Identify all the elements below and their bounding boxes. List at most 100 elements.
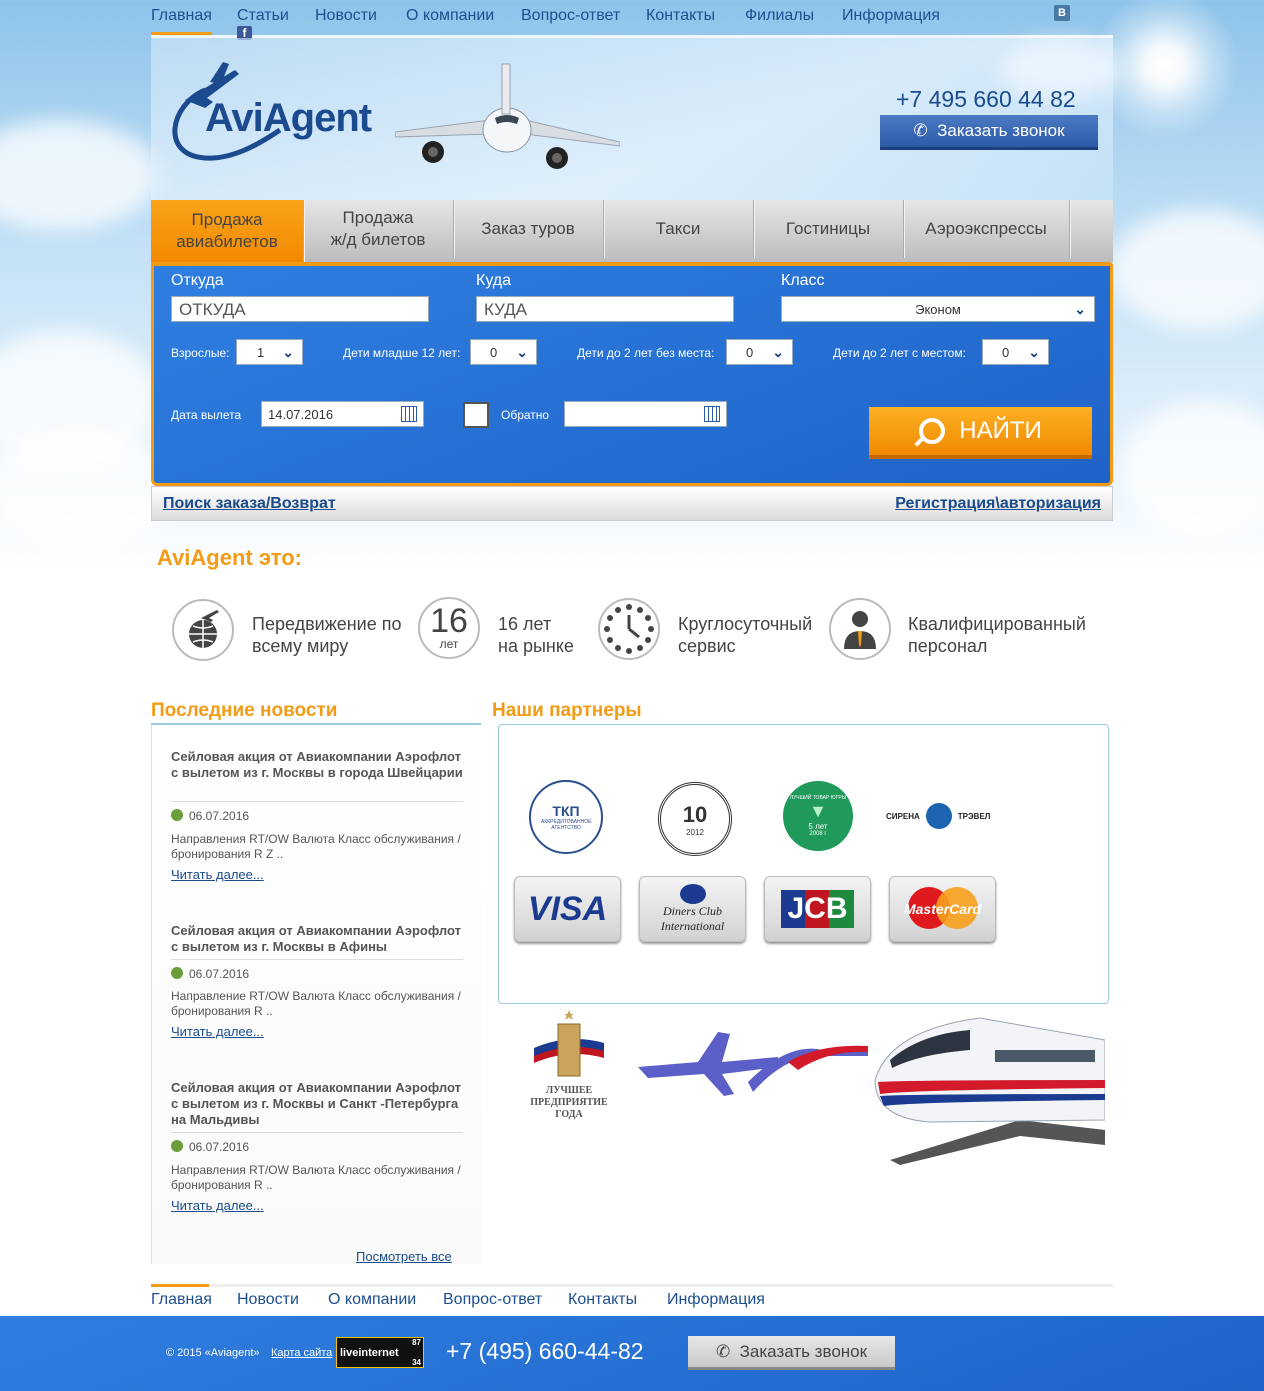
nav-faq[interactable]: Вопрос-ответ [521,7,620,25]
nav-about[interactable]: О компании [406,7,494,25]
tab-avia[interactable]: Продажа авиабилетов [151,200,304,262]
news-read-more-link[interactable]: Читать далее... [171,867,264,882]
class-label: Класс [781,272,825,289]
news-excerpt: Направление RT/OW Валюта Класс обслужива… [171,989,461,1018]
feature-staff-text: Квалифицированный персонал [908,613,1086,657]
years-unit: лет [439,637,459,651]
logo-text[interactable]: AviAgent [205,96,372,141]
to-input[interactable]: КУДА [476,296,734,322]
footer-nav-divider [151,1284,1113,1287]
news-item-title[interactable]: Сейловая акция от Авиакомпании Аэрофлот … [171,923,463,955]
news-item-title[interactable]: Сейловая акция от Авиакомпании Аэрофлот … [171,749,463,781]
news-item-title[interactable]: Сейловая акция от Авиакомпании Аэрофлот … [171,1080,463,1128]
header-phone[interactable]: +7 495 660 44 82 [896,86,1076,113]
sirena-travel-logo[interactable]: СИРЕНА ТРЭВЕЛ [886,801,998,831]
adults-value: 1 [257,345,265,360]
find-label: НАЙТИ [959,417,1042,444]
nav-contacts[interactable]: Контакты [646,7,715,25]
footer-nav-news[interactable]: Новости [237,1291,299,1309]
tab-hotels[interactable]: Гостиницы [753,200,904,258]
from-input[interactable]: ОТКУДА [171,296,429,322]
tab-tours[interactable]: Заказ туров [453,200,604,258]
tab-rail-line1: Продажа [342,208,414,227]
globe-icon [172,599,234,661]
adults-select[interactable]: 1 ⌄ [236,339,303,365]
nav-articles[interactable]: Статьи [237,7,289,25]
infants-seat-select[interactable]: 0 ⌄ [982,339,1049,365]
phone-icon: ✆ [715,1342,731,1361]
footer-nav-info[interactable]: Информация [667,1291,765,1309]
best-company-award-logo[interactable]: ЛУЧШЕЕ ПРЕДПРИЯТИЕ ГОДА [524,1010,614,1120]
anniversary-seal-logo[interactable]: 10 2012 [658,782,732,856]
visa-card-logo[interactable]: VISA [514,876,621,942]
register-login-link[interactable]: Регистрация\авторизация [895,495,1101,513]
feature-service-text: Круглосуточный сервис [678,613,812,657]
feature-service-line1: Круглосуточный [678,614,813,634]
nav-branches[interactable]: Филиалы [745,7,814,25]
liveinternet-counter[interactable]: liveinternet 87 34 [336,1337,424,1368]
feature-world-line2: всему миру [252,636,349,656]
children12-select[interactable]: 0 ⌄ [470,339,537,365]
sirena-globe-icon [925,803,952,829]
footer-nav-contacts[interactable]: Контакты [568,1291,637,1309]
jcb-logo[interactable]: JCB [764,876,871,942]
infants-noseat-value: 0 [746,345,754,360]
feature-world-text: Передвижение по всему миру [252,613,402,657]
footer-callback-button[interactable]: ✆ Заказать звонок [688,1336,895,1370]
airline-logo-icon[interactable] [638,1022,868,1100]
clock-icon [171,1140,183,1152]
tab-taxi[interactable]: Такси [603,200,754,258]
news-date: 06.07.2016 [171,809,249,823]
about-title: AviAgent это: [157,545,302,570]
news-read-more-link[interactable]: Читать далее... [171,1024,264,1039]
phone-icon: ✆ [913,121,928,140]
return-checkbox[interactable] [463,402,489,428]
tkp-sub-text: АККРЕДИТОВАННОЕ АГЕНТСТВО [541,819,592,831]
footer-phone[interactable]: +7 (495) 660-44-82 [446,1338,644,1365]
class-select[interactable]: Эконом ⌄ [781,296,1095,322]
diners-club-logo[interactable]: Diners Club International [639,876,746,942]
tab-avia-line1: Продажа [191,210,263,229]
calendar-icon[interactable] [704,406,720,422]
calendar-icon[interactable] [401,406,417,422]
infants-noseat-select[interactable]: 0 ⌄ [726,339,793,365]
partners-box [498,724,1109,1004]
nav-home[interactable]: Главная [151,7,212,35]
infants-noseat-label: Дети до 2 лет без места: [577,346,715,360]
callback-button[interactable]: ✆ Заказать звонок [880,115,1098,150]
jcb-text: JCB [781,890,854,928]
nav-news[interactable]: Новости [315,7,377,25]
chevron-down-icon: ⌄ [282,344,294,360]
best-goods-year-text: 2008 г [809,831,827,837]
tab-rail-line2: ж/д билетов [330,230,426,249]
footer-nav-about[interactable]: О компании [328,1291,416,1309]
to-label: Куда [476,272,512,289]
news-view-all-link[interactable]: Посмотреть все [356,1249,452,1264]
vk-icon[interactable]: В [1054,5,1070,21]
find-button[interactable]: НАЙТИ [869,407,1092,459]
news-read-more-link[interactable]: Читать далее... [171,1198,264,1213]
order-lookup-link[interactable]: Поиск заказа/Возврат [163,495,336,513]
years-icon: 16 лет [418,597,480,659]
mastercard-logo[interactable]: MasterCard [889,876,996,942]
infants-seat-value: 0 [1002,345,1010,360]
liveinternet-bottom-count: 34 [412,1358,421,1367]
feature-staff-line1: Квалифицированный [908,614,1086,634]
footer-nav-home[interactable]: Главная [151,1291,212,1309]
tab-rail[interactable]: Продажа ж/д билетов [303,200,454,258]
liveinternet-text: liveinternet [340,1347,399,1359]
depart-date-input[interactable]: 14.07.2016 [261,401,424,427]
footer-nav-faq[interactable]: Вопрос-ответ [443,1291,542,1309]
tab-aeroexpress[interactable]: Аэроэкспрессы [903,200,1070,258]
class-value: Эконом [915,302,961,317]
news-title: Последние новости [151,700,338,721]
sitemap-link[interactable]: Карта сайта [271,1347,332,1359]
nav-info[interactable]: Информация [842,7,940,25]
sirena-left-text: СИРЕНА [886,811,920,821]
best-goods-logo[interactable]: ЛУЧШИЙ ТОВАР ЮГРЫ ▼ 5 лет 2008 г [783,781,853,851]
return-date-input[interactable] [564,401,727,427]
copyright-text: © 2015 «Aviagent» [166,1347,260,1359]
top-nav: Главная Статьи Новости О компании Вопрос… [151,0,1113,38]
tkp-logo[interactable]: ТКП АККРЕДИТОВАННОЕ АГЕНТСТВО [529,780,603,854]
high-speed-train-icon[interactable] [870,1010,1105,1165]
